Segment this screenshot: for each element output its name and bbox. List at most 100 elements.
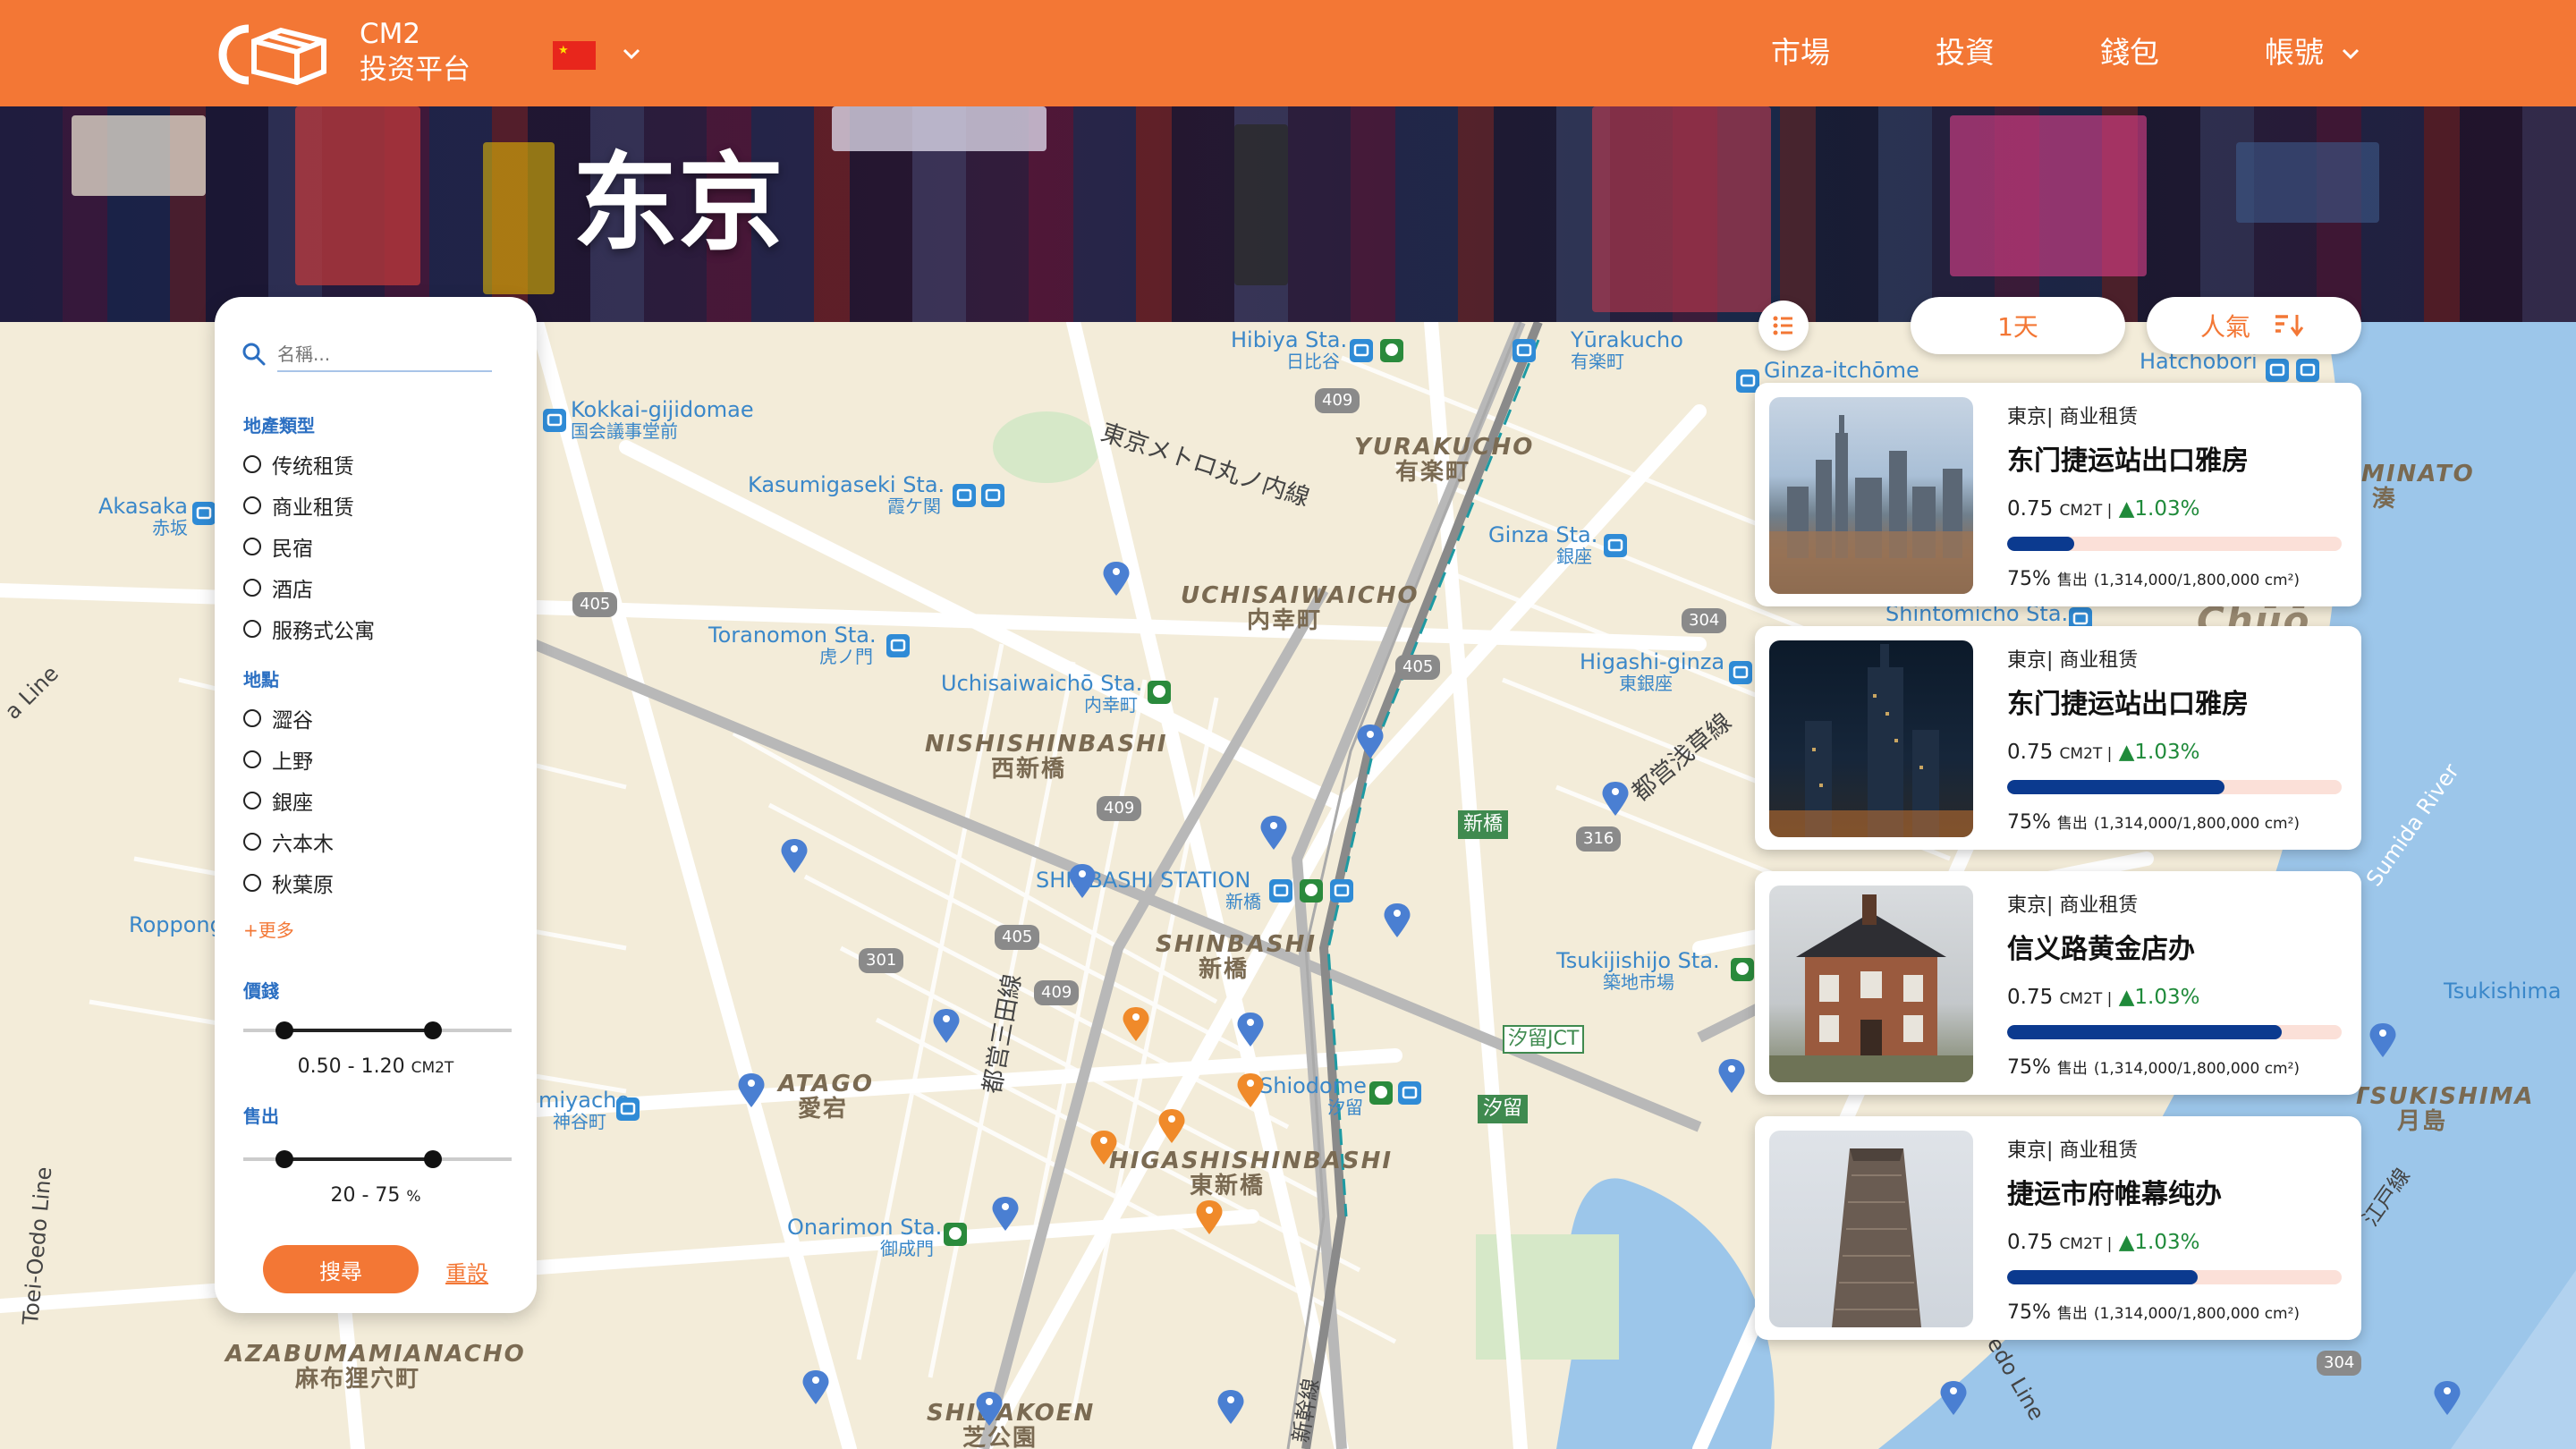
- property-type-option-commercial[interactable]: 商业租赁: [243, 492, 354, 520]
- map-label-shinbashi-area-jp: 新橋: [1199, 956, 1250, 983]
- account-chevron-down-icon[interactable]: [2338, 41, 2363, 66]
- price-min-handle[interactable]: [275, 1021, 293, 1039]
- price-range-value: 0.50 - 1.20 CM2T: [215, 1055, 537, 1078]
- radio-icon[interactable]: [243, 579, 261, 597]
- location-option-shibuya[interactable]: 澀谷: [243, 705, 313, 733]
- map-label-onarimon-jp: 御成門: [880, 1238, 934, 1259]
- name-search-input[interactable]: [277, 338, 492, 372]
- reset-button[interactable]: 重設: [445, 1256, 488, 1287]
- china-flag-icon[interactable]: ★: [553, 41, 596, 70]
- property-type-option-hotel[interactable]: 酒店: [243, 574, 313, 602]
- map-label-yurakucho-area-jp: 有楽町: [1395, 459, 1471, 486]
- property-type-option-traditional[interactable]: 传统租赁: [243, 451, 354, 479]
- map-label-tsukishima-jp: 月島: [2397, 1108, 2448, 1135]
- price-range-slider[interactable]: [243, 1021, 512, 1039]
- map-label-shiodome-jp: 汐留: [1327, 1097, 1363, 1118]
- property-type-option-serviced-apartment[interactable]: 服務式公寓: [243, 615, 375, 643]
- map-label-atago-jp: 愛宕: [798, 1096, 849, 1123]
- period-label: 1天: [1997, 312, 2038, 342]
- road-shield-301: 301: [859, 948, 904, 973]
- map-label-kokkai-jp: 国会議事堂前: [571, 420, 678, 442]
- listing-card[interactable]: 東京| 商业租赁 捷运市府帷幕纯办 0.75 CM2T | ▲1.03% 75%…: [1755, 1116, 2361, 1340]
- radio-icon[interactable]: [243, 709, 261, 727]
- list-icon: [1773, 316, 1792, 335]
- radio-icon[interactable]: [243, 496, 261, 514]
- location-option-ueno[interactable]: 上野: [243, 746, 313, 774]
- sold-heading: 售出: [243, 1106, 279, 1127]
- price-change-up: ▲1.03%: [2118, 986, 2200, 1009]
- road-shield-409-2: 409: [1097, 796, 1142, 821]
- price-change-up: ▲1.03%: [2118, 1231, 2200, 1254]
- map-label-tsukishima-area: TSUKISHIMA: [2352, 1083, 2535, 1110]
- road-shield-405: 405: [572, 592, 618, 617]
- period-selector[interactable]: 1天: [1911, 297, 2125, 354]
- map-label-uchisaiwaicho-sta-jp: 内幸町: [1084, 694, 1138, 716]
- radio-icon[interactable]: [243, 620, 261, 638]
- map-label-higashi-ginza-jp: 東銀座: [1619, 673, 1673, 694]
- city-hero-banner: 东京: [0, 106, 2576, 322]
- price-change-up: ▲1.03%: [2118, 741, 2200, 764]
- sold-max-handle[interactable]: [424, 1150, 442, 1168]
- nav-wallet[interactable]: 錢包: [2100, 34, 2159, 72]
- property-type-option-bnb[interactable]: 民宿: [243, 533, 313, 561]
- listing-card[interactable]: 東京| 商业租赁 信义路黄金店办 0.75 CM2T | ▲1.03% 75% …: [1755, 871, 2361, 1095]
- listing-card[interactable]: 東京| 商业租赁 东门捷运站出口雅房 0.75 CM2T | ▲1.03% 75…: [1755, 626, 2361, 850]
- search-icon[interactable]: [242, 342, 267, 367]
- sort-selector[interactable]: 人氣: [2147, 297, 2361, 354]
- radio-icon[interactable]: [243, 833, 261, 851]
- location-option-ginza[interactable]: 銀座: [243, 787, 313, 815]
- listing-title: 信义路黄金店办: [2007, 934, 2195, 965]
- listing-price: 0.75 CM2T | ▲1.03%: [2007, 741, 2200, 764]
- sort-label: 人氣: [2199, 312, 2250, 342]
- map-label-akasaka-jp: 赤坂: [152, 517, 188, 538]
- radio-icon[interactable]: [243, 792, 261, 809]
- sold-range-slider[interactable]: [243, 1150, 512, 1168]
- language-chevron-down-icon[interactable]: [619, 41, 644, 66]
- radio-icon[interactable]: [243, 538, 261, 555]
- map-label-roppongi: Roppong: [129, 912, 224, 937]
- search-button[interactable]: 搜尋: [263, 1245, 419, 1293]
- listing-image-brick-house: [1769, 886, 1973, 1082]
- map-label-shiodome-jct: 汐留JCT: [1503, 1025, 1585, 1054]
- nav-account[interactable]: 帳號: [2265, 34, 2324, 72]
- map-label-shinbashi-area: SHINBASHI: [1156, 931, 1318, 958]
- location-option-akihabara[interactable]: 秋葉原: [243, 869, 334, 897]
- map-label-ginza-itchome: Ginza-itchōme: [1764, 358, 1919, 383]
- listing-title: 东门捷运站出口雅房: [2007, 689, 2249, 720]
- road-shield-304: 304: [1682, 608, 1727, 633]
- listing-category: 東京| 商业租赁: [2007, 649, 2139, 672]
- brand-line-1: CM2: [360, 18, 421, 50]
- map-label-shinbashi-station: SHINBASHI STATION: [1036, 868, 1251, 893]
- nav-market[interactable]: 市場: [1771, 34, 1830, 72]
- map-label-nishishinbashi: NISHISHINBASHI: [925, 731, 1168, 758]
- slider-fill: [284, 1029, 433, 1032]
- sold-min-handle[interactable]: [275, 1150, 293, 1168]
- radio-icon[interactable]: [243, 750, 261, 768]
- brand-name[interactable]: CM2 投资平台: [360, 16, 470, 88]
- listing-card[interactable]: 東京| 商业租赁 东门捷运站出口雅房 0.75 CM2T | ▲1.03% 75…: [1755, 383, 2361, 606]
- listing-sold: 75% 售出 (1,314,000/1,800,000 cm²): [2007, 568, 2301, 590]
- listing-category: 東京| 商业租赁: [2007, 894, 2139, 917]
- sold-progress-bar: [2007, 1270, 2342, 1284]
- list-view-button[interactable]: [1758, 301, 1809, 351]
- price-max-handle[interactable]: [424, 1021, 442, 1039]
- sold-progress-bar: [2007, 1025, 2342, 1039]
- location-option-roppongi[interactable]: 六本木: [243, 828, 334, 856]
- map-label-shibakoen-jp: 芝公園: [962, 1425, 1038, 1449]
- location-heading: 地點: [243, 669, 279, 691]
- listing-sold: 75% 售出 (1,314,000/1,800,000 cm²): [2007, 811, 2301, 834]
- price-unit: CM2T: [411, 1059, 454, 1077]
- radio-icon[interactable]: [243, 455, 261, 473]
- map-label-azabu: AZABUMAMIANACHO: [225, 1341, 526, 1368]
- radio-icon[interactable]: [243, 874, 261, 892]
- map-label-higashishinbashi: HIGASHISHINBASHI: [1109, 1148, 1394, 1174]
- listing-price: 0.75 CM2T | ▲1.03%: [2007, 1231, 2200, 1254]
- more-locations-link[interactable]: +更多: [243, 916, 294, 942]
- price-heading: 價錢: [243, 980, 279, 1002]
- map-label-tsukiji-jp: 築地市場: [1603, 971, 1674, 993]
- road-shield-405-2: 405: [1395, 655, 1441, 680]
- cm2-logo-icon[interactable]: [218, 23, 329, 86]
- map-label-azabu-jp: 麻布狸穴町: [295, 1366, 421, 1393]
- nav-invest[interactable]: 投資: [1936, 34, 1995, 72]
- top-nav-bar: CM2 投资平台 ★ 市場 投資 錢包 帳號: [0, 0, 2576, 106]
